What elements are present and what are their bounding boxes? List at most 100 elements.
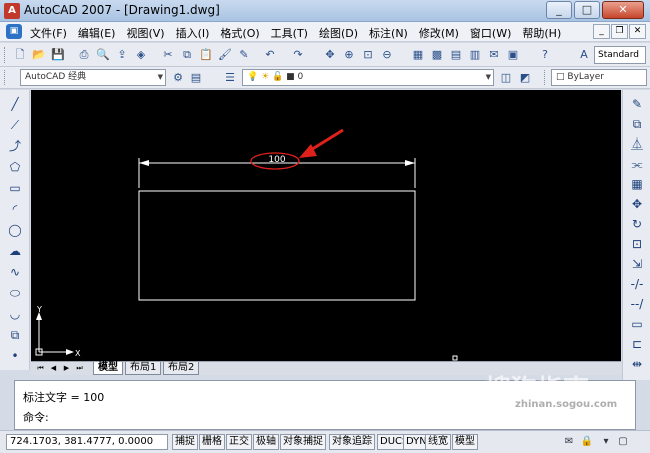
copy-object-icon[interactable]: ⧉ [629, 116, 645, 132]
polyline-icon[interactable]: ⤴ [7, 138, 23, 154]
color-select[interactable]: □ ByLayer [551, 69, 647, 86]
rectangle-object[interactable] [138, 190, 416, 301]
copy-icon[interactable]: ⧉ [179, 47, 195, 63]
move-icon[interactable]: ✥ [629, 196, 645, 212]
zoom-window-icon[interactable]: ⊡ [360, 47, 376, 63]
redo-icon[interactable]: ↷ [290, 47, 306, 63]
calculator-icon[interactable]: ▣ [505, 47, 521, 63]
menu-edit[interactable]: 编辑(E) [78, 25, 116, 41]
rectangle-icon[interactable]: ▭ [7, 180, 23, 196]
communication-center-icon[interactable]: ✉ [562, 435, 576, 449]
cut-icon[interactable]: ✂ [160, 47, 176, 63]
undo-icon[interactable]: ↶ [262, 47, 278, 63]
lineweight-button[interactable]: 线宽 [425, 434, 451, 450]
tab-model[interactable]: 模型 [93, 362, 123, 375]
menu-view[interactable]: 视图(V) [126, 25, 164, 41]
ortho-button[interactable]: 正交 [226, 434, 252, 450]
rotate-icon[interactable]: ↻ [629, 216, 645, 232]
ellipse-arc-icon[interactable]: ◡ [7, 306, 23, 322]
workspace-settings-icon[interactable]: ⚙ [170, 70, 186, 86]
line-icon[interactable]: ╱ [7, 96, 23, 112]
model-button[interactable]: 模型 [452, 434, 478, 450]
construction-line-icon[interactable]: ⟋ [7, 117, 23, 133]
block-editor-icon[interactable]: ✎ [236, 47, 252, 63]
layer-select[interactable]: 💡 ☀ 🔓 ■ 0 ▼ [242, 69, 494, 86]
next-tab-icon[interactable]: ▶ [61, 363, 72, 374]
design-center-icon[interactable]: ▩ [429, 47, 445, 63]
polygon-icon[interactable]: ⬠ [7, 159, 23, 175]
toolbar-grip[interactable] [4, 70, 7, 85]
trim-icon[interactable]: -/- [629, 276, 645, 292]
layer-previous-icon[interactable]: ◩ [517, 70, 533, 86]
explode-icon[interactable]: ⇹ [629, 356, 645, 372]
insert-block-icon[interactable]: ⧉ [7, 327, 23, 343]
polar-button[interactable]: 极轴 [253, 434, 279, 450]
otrack-button[interactable]: 对象追踪 [329, 434, 375, 450]
print-preview-icon[interactable]: 🔍 [95, 47, 111, 63]
pan-icon[interactable]: ✥ [322, 47, 338, 63]
doc-restore-button[interactable]: ❐ [611, 24, 628, 39]
3d-dwf-icon[interactable]: ◈ [133, 47, 149, 63]
toolbar-grip[interactable] [4, 47, 7, 63]
open-file-icon[interactable]: 📂 [31, 47, 47, 63]
snap-button[interactable]: 捕捉 [172, 434, 198, 450]
doc-close-button[interactable]: ✕ [629, 24, 646, 39]
scale-icon[interactable]: ⊡ [629, 236, 645, 252]
prev-tab-icon[interactable]: ◀ [48, 363, 59, 374]
toolbar-grip[interactable] [544, 70, 547, 85]
make-layer-current-icon[interactable]: ◫ [498, 70, 514, 86]
status-menu-arrow-icon[interactable]: ▾ [599, 435, 613, 449]
menu-format[interactable]: 格式(O) [220, 25, 259, 41]
markup-icon[interactable]: ✉ [486, 47, 502, 63]
print-icon[interactable]: ⎙ [76, 47, 92, 63]
osnap-button[interactable]: 对象捕捉 [280, 434, 326, 450]
arc-icon[interactable]: ◜ [7, 201, 23, 217]
minimize-button[interactable]: _ [546, 1, 572, 19]
lock-toolbar-icon[interactable]: 🔒 [580, 435, 594, 449]
menu-help[interactable]: 帮助(H) [522, 25, 561, 41]
new-file-icon[interactable]: 🗋 [12, 47, 28, 63]
dimension-text[interactable]: 100 [268, 155, 285, 165]
grid-button[interactable]: 栅格 [199, 434, 225, 450]
menu-tools[interactable]: 工具(T) [271, 25, 308, 41]
help-icon[interactable]: ? [537, 47, 553, 63]
menu-file[interactable]: 文件(F) [30, 25, 67, 41]
first-tab-icon[interactable]: ⏮ [35, 363, 46, 374]
spline-icon[interactable]: ∿ [7, 264, 23, 280]
document-icon[interactable]: ▣ [6, 24, 22, 39]
publish-icon[interactable]: ⇪ [114, 47, 130, 63]
autocad-logo-icon[interactable]: A [4, 3, 20, 19]
maximize-button[interactable]: □ [574, 1, 600, 19]
extend-icon[interactable]: --/ [629, 296, 645, 312]
doc-minimize-button[interactable]: _ [593, 24, 610, 39]
point-icon[interactable]: • [7, 348, 23, 364]
menu-dimension[interactable]: 标注(N) [369, 25, 408, 41]
close-button[interactable]: ✕ [602, 1, 644, 19]
zoom-previous-icon[interactable]: ⊖ [379, 47, 395, 63]
revision-cloud-icon[interactable]: ☁ [7, 243, 23, 259]
array-icon[interactable]: ▦ [629, 176, 645, 192]
offset-icon[interactable]: ⫘ [629, 156, 645, 172]
circle-icon[interactable]: ◯ [7, 222, 23, 238]
paste-icon[interactable]: 📋 [198, 47, 214, 63]
zoom-realtime-icon[interactable]: ⊕ [341, 47, 357, 63]
workspace-select[interactable]: AutoCAD 经典 ▼ [20, 69, 166, 86]
ellipse-icon[interactable]: ⬭ [7, 285, 23, 301]
mirror-icon[interactable]: ⏅ [629, 136, 645, 152]
properties-icon[interactable]: ▦ [410, 47, 426, 63]
erase-icon[interactable]: ✎ [629, 96, 645, 112]
sheet-set-icon[interactable]: ▥ [467, 47, 483, 63]
menu-modify[interactable]: 修改(M) [419, 25, 459, 41]
coordinate-readout[interactable]: 724.1703, 381.4777, 0.0000 [6, 434, 168, 450]
command-prompt[interactable]: 命令: [23, 409, 49, 425]
layer-manager-icon[interactable]: ☰ [222, 70, 238, 86]
menu-draw[interactable]: 绘图(D) [319, 25, 358, 41]
tool-palettes-icon[interactable]: ▤ [448, 47, 464, 63]
text-style-select[interactable]: Standard [594, 46, 646, 64]
menu-insert[interactable]: 插入(I) [176, 25, 210, 41]
tab-layout2[interactable]: 布局2 [163, 362, 200, 375]
chamfer-icon[interactable]: ⊏ [629, 336, 645, 352]
text-style-icon[interactable]: A [576, 47, 592, 63]
break-icon[interactable]: ▭ [629, 316, 645, 332]
tab-layout1[interactable]: 布局1 [125, 362, 162, 375]
